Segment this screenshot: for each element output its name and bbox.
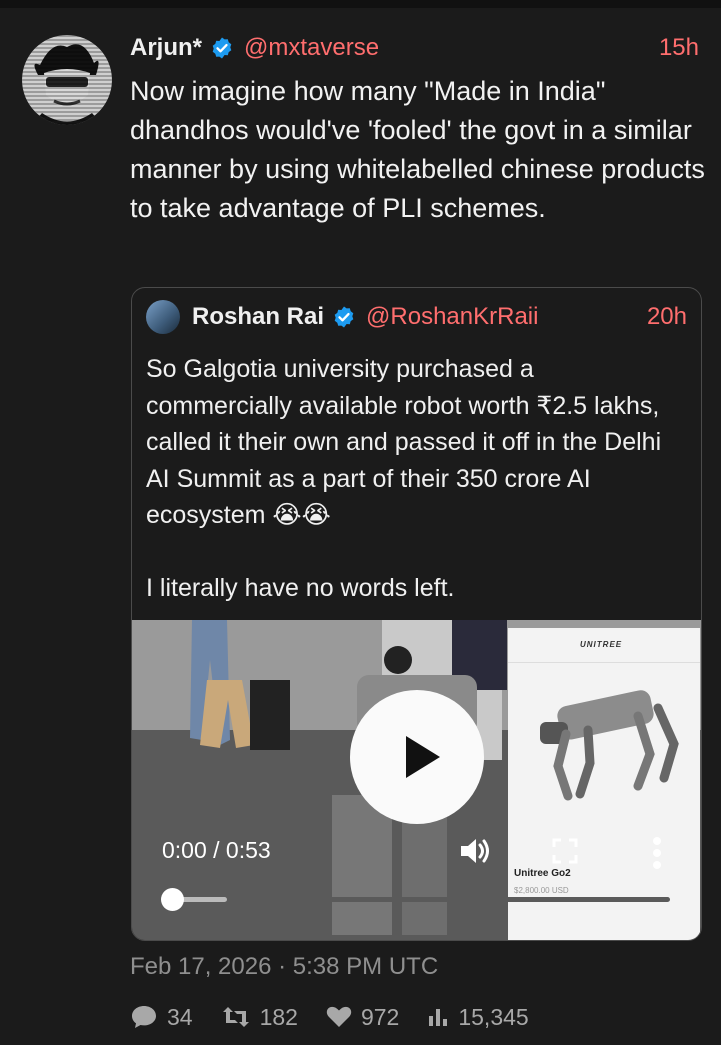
avatar[interactable] (22, 35, 112, 125)
tweet-date[interactable]: Feb 17, 2026 · 5:38 PM UTC (130, 953, 438, 981)
brand-logo: UNITREE (580, 640, 623, 649)
quote-avatar[interactable] (146, 300, 180, 334)
comment-icon (132, 1006, 156, 1028)
video-time: 0:00 / 0:53 (162, 837, 271, 863)
product-price: $2,800.00 USD (514, 886, 569, 895)
video-progress-bar[interactable] (161, 888, 670, 911)
embedded-product-page: UNITREE Unitree Go2 $2,800.00 USD (508, 628, 700, 940)
play-icon (406, 736, 440, 778)
author-name[interactable]: Arjun* (130, 34, 202, 62)
views-icon (429, 1009, 448, 1026)
quote-author-name[interactable]: Roshan Rai (192, 303, 324, 331)
play-button[interactable] (350, 690, 484, 824)
reply-stat[interactable]: 34 (130, 1004, 193, 1031)
tweet-header: Arjun* @mxtaverse 15h (130, 31, 699, 65)
tweet-stats: 34 182 972 15,345 (130, 1000, 557, 1034)
quoted-tweet[interactable]: Roshan Rai @RoshanKrRaii 20h So Galgotia… (131, 287, 702, 941)
author-handle[interactable]: @mxtaverse (244, 34, 379, 62)
verified-badge-icon (212, 37, 232, 59)
product-page-header: UNITREE (508, 628, 700, 663)
retweet-stat[interactable]: 182 (221, 1004, 298, 1031)
verified-badge-icon (334, 306, 354, 328)
like-count: 972 (360, 1003, 400, 1030)
quote-time[interactable]: 20h (647, 303, 687, 331)
retweet-count: 182 (259, 1003, 298, 1030)
video-player[interactable]: UNITREE Unitree Go2 $2,800.00 USD 0:00 /… (132, 620, 701, 940)
more-options-icon[interactable] (652, 836, 662, 870)
product-name: Unitree Go2 (514, 868, 571, 879)
progress-knob[interactable] (161, 888, 184, 911)
robot-dog-image (540, 690, 679, 801)
quote-text: So Galgotia university purchased a comme… (146, 355, 662, 602)
reply-count: 34 (167, 1003, 193, 1030)
tweet-text: Now imagine how many "Made in India" dha… (130, 76, 713, 223)
volume-icon[interactable] (458, 836, 492, 866)
top-bar (0, 0, 721, 8)
tweet-time[interactable]: 15h (659, 34, 699, 62)
views-stat[interactable]: 15,345 (427, 1003, 529, 1031)
quote-author-handle[interactable]: @RoshanKrRaii (366, 303, 538, 331)
fullscreen-icon[interactable] (552, 838, 578, 864)
heart-icon (326, 1006, 352, 1027)
retweet-icon (222, 1007, 249, 1027)
quote-header: Roshan Rai @RoshanKrRaii 20h (146, 300, 687, 334)
views-count: 15,345 (458, 1003, 529, 1030)
like-stat[interactable]: 972 (326, 1004, 399, 1031)
